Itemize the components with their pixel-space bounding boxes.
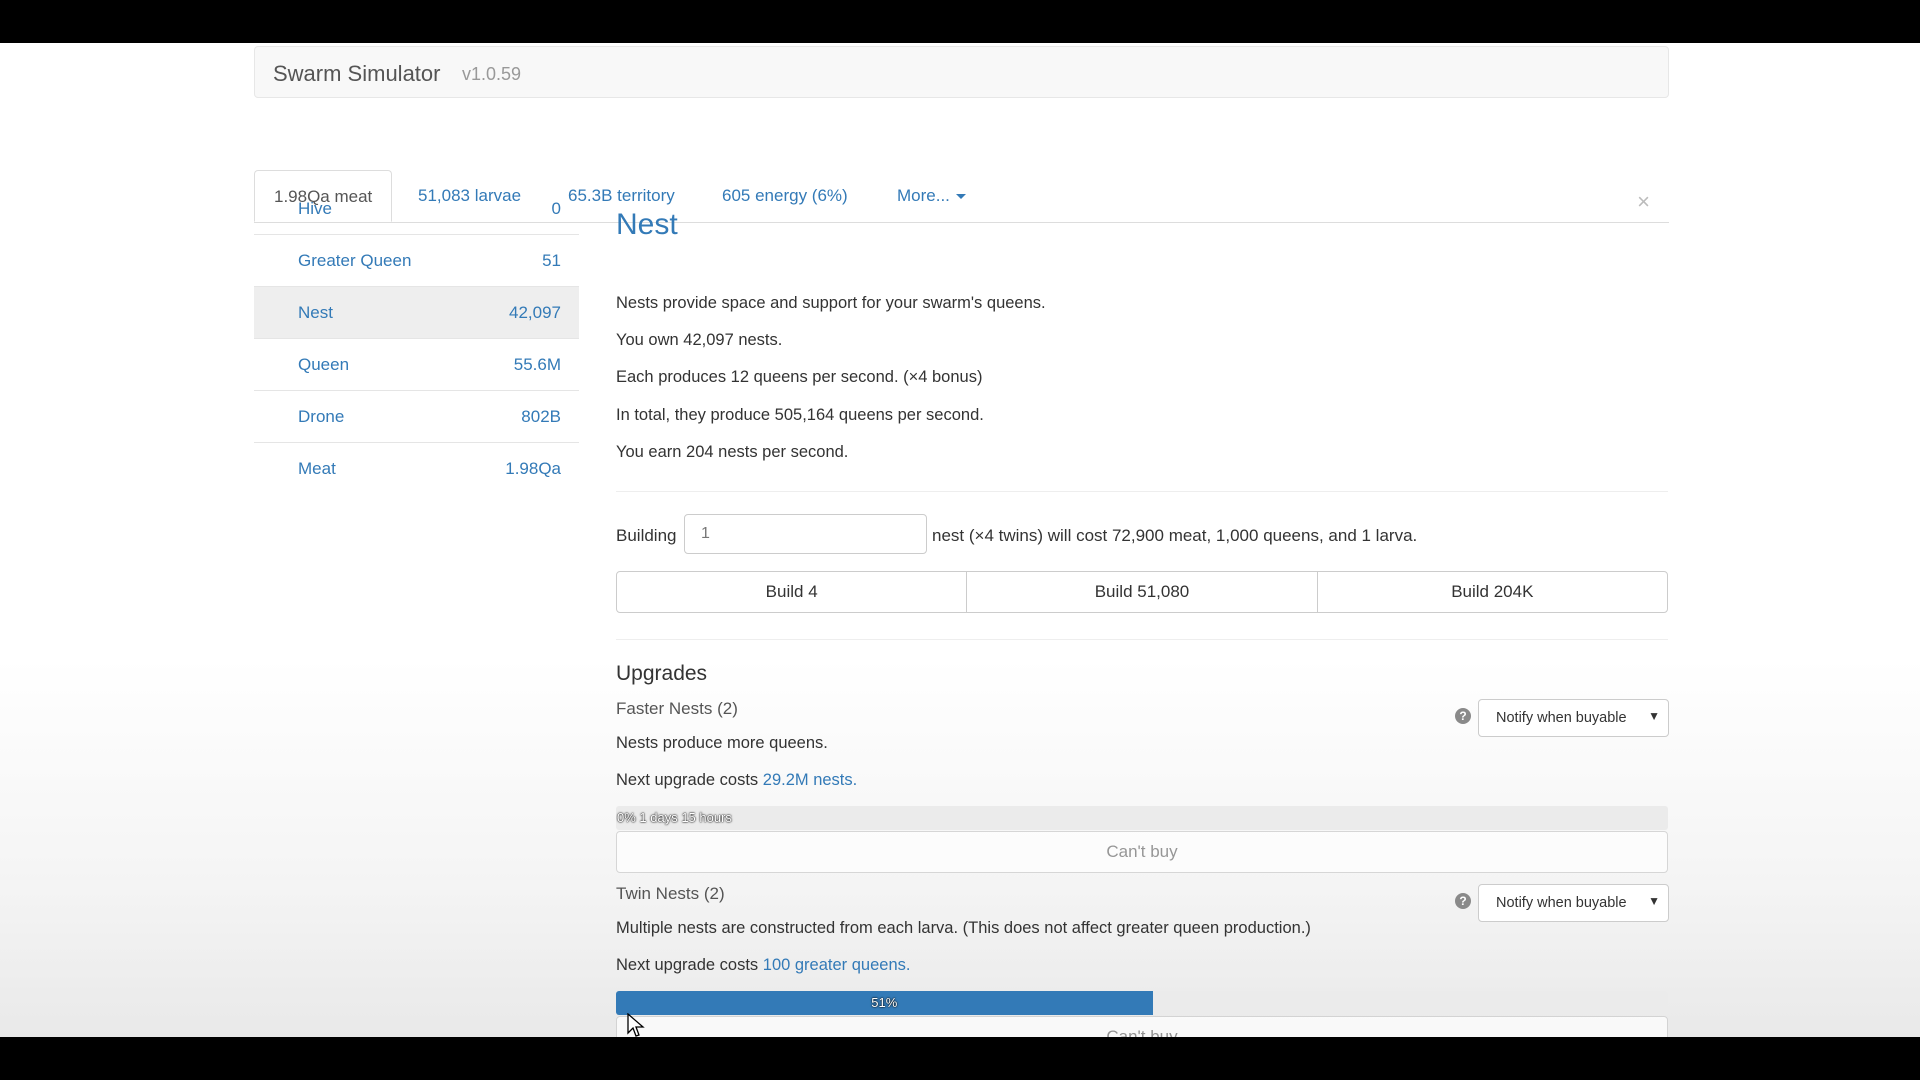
help-icon[interactable]: ? xyxy=(1455,893,1471,909)
sidebar-item-drone[interactable]: Drone 802B xyxy=(254,391,579,443)
sidebar-item-label: Drone xyxy=(298,407,345,426)
sidebar-item-count: 55.6M xyxy=(513,355,561,374)
caret-down-icon xyxy=(955,194,966,200)
help-icon[interactable]: ? xyxy=(1455,708,1471,724)
upgrade-progress-bar: 51% xyxy=(616,991,1668,1015)
sidebar-item-meat[interactable]: Meat 1.98Qa xyxy=(254,443,579,495)
progress-label: 51% xyxy=(871,995,898,1010)
unit-each-produces: Each produces 12 queens per second. (×4 … xyxy=(616,368,983,386)
app-screen: Swarm Simulator v1.0.59 1.98Qa meat 51,0… xyxy=(0,43,1920,1037)
upgrades-heading: Upgrades xyxy=(616,662,708,685)
tab-energy[interactable]: 605 energy (6%) xyxy=(722,170,848,222)
dropdown-arrow-icon: ▼ xyxy=(1648,894,1660,908)
close-icon[interactable]: × xyxy=(1637,189,1650,215)
upgrade-progress-bar: 0% 1 days 15 hours xyxy=(616,806,1668,830)
build-cost-text: nest (×4 twins) will cost 72,900 meat, 1… xyxy=(932,526,1418,545)
upgrade-cost-prefix: Next upgrade costs xyxy=(616,771,759,789)
notify-select[interactable]: Notify when buyable ▼ xyxy=(1478,884,1669,922)
app-version: v1.0.59 xyxy=(462,64,522,84)
sidebar-item-count: 51 xyxy=(542,251,561,270)
app-title[interactable]: Swarm Simulator xyxy=(273,61,440,87)
sidebar-item-label: Hive xyxy=(298,199,333,218)
sidebar-item-count: 0 xyxy=(551,199,561,218)
cant-buy-button[interactable]: Can't buy xyxy=(616,831,1668,873)
upgrade-description: Multiple nests are constructed from each… xyxy=(616,919,1311,937)
sidebar-item-count: 1.98Qa xyxy=(505,459,561,478)
unit-sidebar: Hive 0 Greater Queen 51 Nest 42,097 Quee… xyxy=(254,183,579,495)
build-4-button[interactable]: Build 4 xyxy=(616,571,968,613)
upgrade-cost-link[interactable]: 29.2M nests. xyxy=(763,771,857,789)
upgrade-description: Nests produce more queens. xyxy=(616,734,828,752)
unit-owned: You own 42,097 nests. xyxy=(616,331,783,349)
build-51080-button[interactable]: Build 51,080 xyxy=(966,571,1318,613)
unit-total-produces: In total, they produce 505,164 queens pe… xyxy=(616,406,984,424)
cant-buy-button[interactable]: Can't buy xyxy=(616,1016,1668,1037)
divider xyxy=(616,639,1668,640)
build-quantity-input[interactable] xyxy=(684,514,927,554)
unit-description: Nests provide space and support for your… xyxy=(616,294,1046,312)
mouse-cursor-icon xyxy=(627,1013,645,1037)
upgrade-name: Twin Nests (2) xyxy=(616,884,725,903)
sidebar-item-count: 42,097 xyxy=(509,303,561,322)
sidebar-item-label: Nest xyxy=(298,303,333,322)
sidebar-item-label: Greater Queen xyxy=(298,251,412,270)
sidebar-item-hive[interactable]: Hive 0 xyxy=(254,183,579,235)
sidebar-item-greater-queen[interactable]: Greater Queen 51 xyxy=(254,235,579,287)
dropdown-arrow-icon: ▼ xyxy=(1648,709,1660,723)
upgrade-name: Faster Nests (2) xyxy=(616,699,738,718)
divider xyxy=(616,491,1668,492)
notify-select[interactable]: Notify when buyable ▼ xyxy=(1478,699,1669,737)
sidebar-item-nest[interactable]: Nest 42,097 xyxy=(254,287,579,339)
upgrade-cost: Next upgrade costs 29.2M nests. xyxy=(616,771,857,790)
sidebar-item-count: 802B xyxy=(521,407,561,426)
sidebar-item-label: Meat xyxy=(298,459,336,478)
build-label: Building xyxy=(616,526,677,545)
unit-earn-rate: You earn 204 nests per second. xyxy=(616,443,849,461)
upgrade-cost-prefix: Next upgrade costs xyxy=(616,956,759,974)
navbar: Swarm Simulator v1.0.59 xyxy=(254,46,1669,98)
notify-select-value: Notify when buyable xyxy=(1496,895,1627,911)
unit-title: Nest xyxy=(616,208,678,241)
notify-select-value: Notify when buyable xyxy=(1496,710,1627,726)
progress-label: 0% 1 days 15 hours xyxy=(617,810,732,825)
build-204k-button[interactable]: Build 204K xyxy=(1316,571,1668,613)
tab-more-dropdown[interactable]: More... xyxy=(897,170,966,222)
sidebar-item-queen[interactable]: Queen 55.6M xyxy=(254,339,579,391)
build-button-group: Build 4 Build 51,080 Build 204K xyxy=(616,571,1668,613)
sidebar-item-label: Queen xyxy=(298,355,350,374)
upgrade-cost-link[interactable]: 100 greater queens. xyxy=(763,956,911,974)
upgrade-cost: Next upgrade costs 100 greater queens. xyxy=(616,956,910,975)
